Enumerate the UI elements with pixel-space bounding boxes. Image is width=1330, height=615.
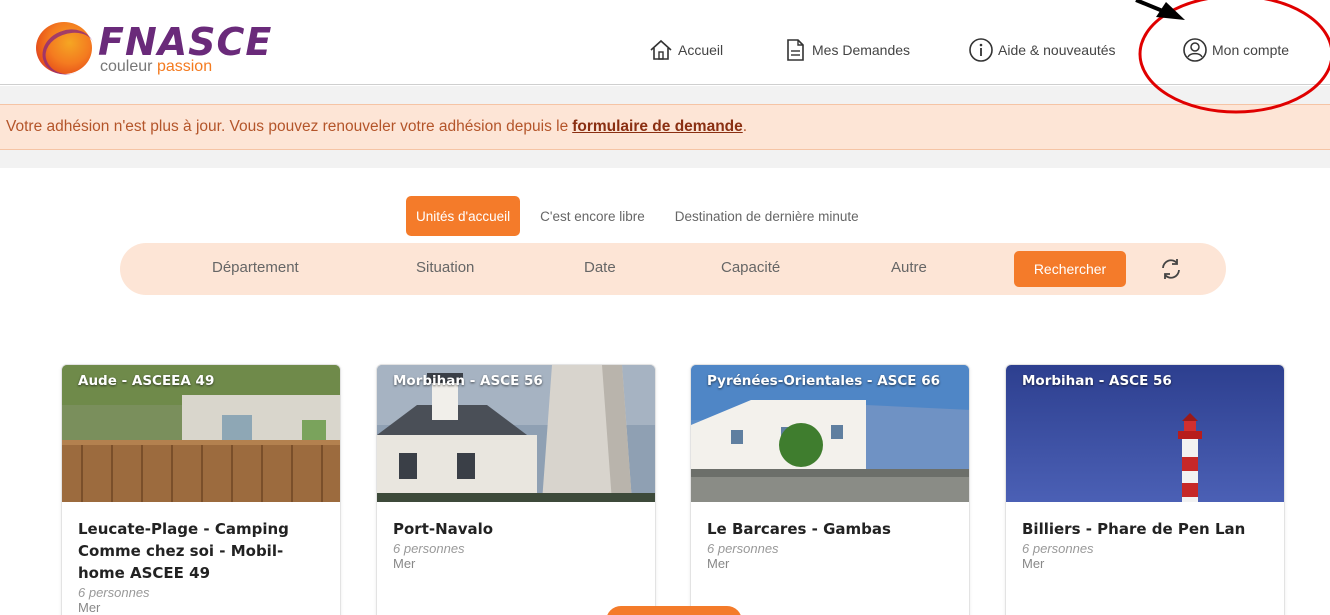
nav-requests-label: Mes Demandes [812, 42, 911, 58]
nav-help-label: Aide & nouveautés [998, 42, 1116, 58]
card-photo-lighthouse-house: Morbihan - ASCE 56 [377, 365, 655, 502]
membership-alert: Votre adhésion n'est plus à jour. Vous p… [0, 104, 1330, 150]
info-icon [969, 38, 993, 62]
nav-account[interactable]: Mon compte [1182, 36, 1289, 64]
card-billiers[interactable]: Morbihan - ASCE 56 Billiers - Phare de P… [1005, 364, 1285, 615]
tab-units[interactable]: Unités d'accueil [406, 196, 521, 236]
card-photo-mobilhome: Aude - ASCEEA 49 [62, 365, 340, 502]
card-capacity: 6 personnes [707, 541, 779, 556]
card-capacity: 6 personnes [1022, 541, 1094, 556]
card-tag: Morbihan - ASCE 56 [393, 373, 543, 389]
membership-alert-text: Votre adhésion n'est plus à jour. Vous p… [6, 118, 569, 135]
filter-date[interactable]: Date [584, 259, 616, 276]
nav-requests[interactable]: Mes Demandes [782, 36, 910, 64]
filter-capacity[interactable]: Capacité [721, 259, 780, 276]
logo[interactable]: FNASCE couleur passion [36, 22, 271, 75]
logo-mark [36, 22, 92, 74]
card-barcares[interactable]: Pyrénées-Orientales - ASCE 66 Le Barcare… [690, 364, 970, 615]
card-capacity: 6 personnes [393, 541, 465, 556]
nav-home[interactable]: Accueil [648, 36, 723, 64]
tab-still-free[interactable]: C'est encore libre [530, 196, 655, 236]
card-capacity: 6 personnes [78, 585, 150, 600]
nav-account-label: Mon compte [1212, 42, 1290, 58]
tabs: Unités d'accueil C'est encore libre Dest… [406, 196, 869, 236]
filter-situation[interactable]: Situation [416, 259, 474, 276]
header: FNASCE couleur passion Accueil Mes Deman… [0, 12, 1330, 85]
card-location: Mer [393, 556, 416, 571]
card-location: Mer [78, 600, 101, 615]
card-location: Mer [707, 556, 730, 571]
search-button[interactable]: Rechercher [1014, 251, 1126, 287]
card-title: Port-Navalo [393, 520, 494, 538]
card-tag: Aude - ASCEEA 49 [78, 373, 215, 389]
card-port-navalo[interactable]: Morbihan - ASCE 56 Port-Navalo 6 personn… [376, 364, 656, 615]
logo-name: FNASCE [98, 20, 273, 64]
nav-home-label: Accueil [678, 42, 724, 58]
floating-action-button[interactable] [606, 606, 742, 615]
card-tag: Pyrénées-Orientales - ASCE 66 [707, 373, 941, 389]
search-filters: Département Situation Date Capacité Autr… [120, 243, 1226, 295]
card-location: Mer [1022, 556, 1045, 571]
refresh-icon[interactable] [1158, 256, 1184, 282]
card-photo-red-lighthouse: Morbihan - ASCE 56 [1006, 365, 1284, 502]
card-title: Billiers - Phare de Pen Lan [1022, 520, 1246, 538]
nav-help[interactable]: Aide & nouveautés [968, 36, 1116, 64]
logo-tagline: couleur passion [100, 58, 213, 75]
card-title: Leucate-Plage - Camping Comme chez soi -… [78, 520, 289, 582]
tab-last-minute[interactable]: Destination de dernière minute [665, 196, 869, 236]
request-form-link[interactable]: formulaire de demande [572, 118, 743, 136]
filter-department[interactable]: Département [212, 259, 299, 276]
filter-other[interactable]: Autre [891, 259, 927, 276]
card-title: Le Barcares - Gambas [707, 520, 891, 538]
page: FNASCE couleur passion Accueil Mes Deman… [0, 0, 1330, 615]
card-photo-houses: Pyrénées-Orientales - ASCE 66 [691, 365, 969, 502]
card-leucate[interactable]: Aude - ASCEEA 49 Leucate-Plage - Camping… [61, 364, 341, 615]
user-circle-icon [1183, 38, 1207, 62]
document-icon [787, 39, 804, 61]
card-tag: Morbihan - ASCE 56 [1022, 373, 1172, 389]
home-icon [650, 39, 672, 60]
